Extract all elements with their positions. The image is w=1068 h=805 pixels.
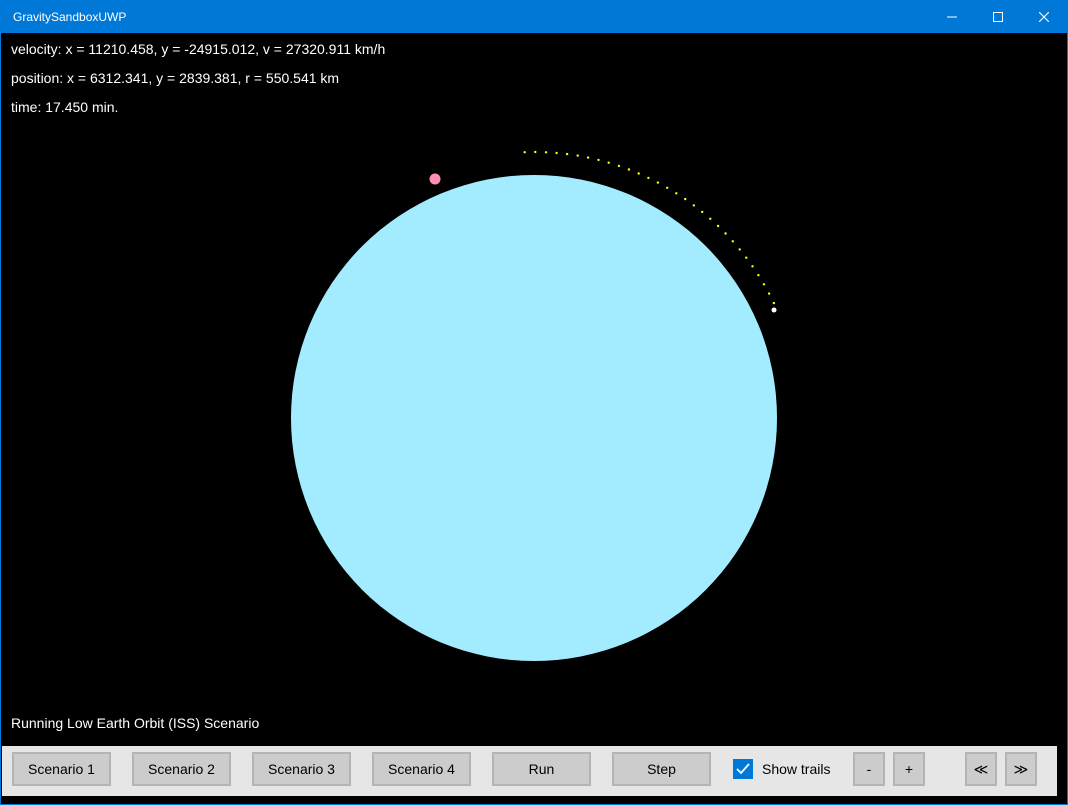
moon	[429, 173, 441, 185]
close-button[interactable]	[1021, 1, 1067, 33]
trail-dot	[724, 232, 727, 235]
zoom-out-button[interactable]: -	[853, 752, 885, 786]
trail-dot	[627, 168, 631, 171]
title-bar[interactable]: GravitySandboxUWP	[1, 1, 1067, 33]
simulation-canvas[interactable]	[1, 33, 1067, 713]
time-readout: time: 17.450 min.	[11, 99, 119, 115]
velocity-readout: velocity: x = 11210.458, y = -24915.012,…	[11, 41, 386, 57]
trail-dot	[692, 204, 695, 207]
trail-dot	[745, 256, 748, 259]
scenario-2-button[interactable]: Scenario 2	[132, 752, 231, 786]
maximize-icon	[993, 12, 1003, 22]
trail-dot	[738, 248, 741, 251]
trail-dot	[772, 301, 776, 305]
scenario-4-button[interactable]: Scenario 4	[372, 752, 471, 786]
show-trails-checkbox[interactable]	[733, 759, 753, 779]
earth	[291, 175, 777, 661]
trail-dot	[751, 265, 754, 268]
trail-dot	[544, 151, 548, 154]
trail-dot	[762, 283, 766, 286]
scenario-1-button[interactable]: Scenario 1	[12, 752, 111, 786]
trail-dot	[637, 172, 640, 175]
simulation-svg	[291, 150, 777, 661]
show-trails-label[interactable]: Show trails	[762, 761, 830, 777]
faster-button[interactable]: ≫	[1005, 752, 1037, 786]
trail-dot	[534, 150, 537, 154]
run-button[interactable]: Run	[492, 752, 591, 786]
app-window: GravitySandboxUWP velocity: x = 11210.45…	[0, 0, 1068, 805]
checkmark-icon	[736, 763, 750, 775]
position-readout: position: x = 6312.341, y = 2839.381, r …	[11, 70, 340, 86]
trail-dot	[607, 161, 610, 164]
trail-dot	[675, 192, 678, 195]
trail-dot	[523, 151, 526, 154]
trail-dot	[555, 151, 558, 155]
trail-dot	[684, 197, 687, 201]
minimize-button[interactable]	[929, 1, 975, 33]
trail-dot	[565, 152, 569, 156]
trail-dot	[716, 224, 720, 228]
satellite	[771, 307, 777, 313]
trail-dot	[701, 210, 704, 214]
trail-dot	[647, 176, 650, 180]
trail-dot	[586, 156, 590, 159]
trail-dot	[617, 164, 621, 168]
trail-dot	[757, 274, 760, 277]
trail-dot	[767, 292, 771, 295]
trail-dot	[731, 240, 734, 243]
status-text: Running Low Earth Orbit (ISS) Scenario	[11, 715, 260, 731]
trail-dot	[666, 186, 669, 189]
zoom-in-button[interactable]: +	[893, 752, 925, 786]
slower-button[interactable]: ≪	[965, 752, 997, 786]
trail-dot	[576, 154, 579, 157]
maximize-button[interactable]	[975, 1, 1021, 33]
scenario-3-button[interactable]: Scenario 3	[252, 752, 351, 786]
trail-dot	[709, 217, 712, 220]
trail-dot	[656, 181, 660, 184]
close-icon	[1039, 12, 1049, 22]
window-title: GravitySandboxUWP	[13, 10, 127, 24]
step-button[interactable]: Step	[612, 752, 711, 786]
trail-dot	[597, 158, 600, 162]
minimize-icon	[947, 16, 957, 18]
toolbar: Scenario 1 Scenario 2 Scenario 3 Scenari…	[2, 746, 1057, 796]
